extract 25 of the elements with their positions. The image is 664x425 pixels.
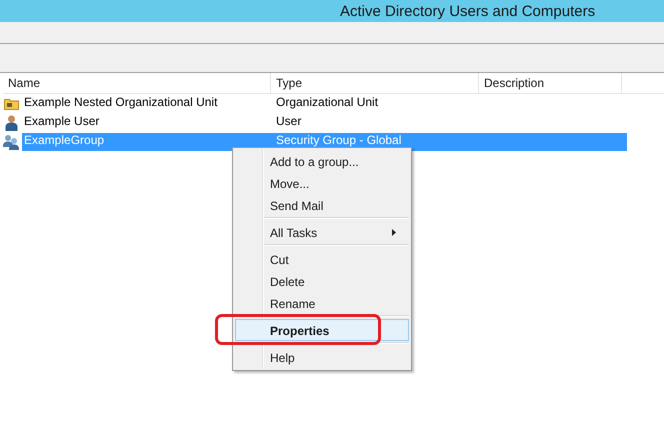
type-cell: Security Group - Global: [276, 132, 402, 146]
type-cell: Organizational Unit: [276, 94, 378, 108]
menu-item[interactable]: Delete: [235, 270, 409, 292]
menu-item[interactable]: All Tasks: [235, 221, 409, 243]
menu-item[interactable]: Rename: [235, 292, 409, 314]
list-row[interactable]: Example User User: [22, 114, 627, 132]
name-cell-text: ExampleGroup: [23, 132, 106, 146]
window-title: Active Directory Users and Computers: [340, 2, 596, 20]
menu-item[interactable]: Add to a group...: [235, 150, 409, 172]
folder-icon: [4, 97, 18, 110]
name-cell-text: Example Nested Organizational Unit: [23, 94, 218, 108]
users-icon: [3, 134, 19, 150]
column-header[interactable]: Description: [479, 73, 622, 93]
type-cell: User: [276, 114, 302, 128]
menu-item[interactable]: Help: [235, 346, 409, 368]
list-row[interactable]: Example Nested Organizational Unit Organizational Unit: [22, 94, 627, 112]
menu-item[interactable]: Properties: [235, 319, 409, 341]
menu-item[interactable]: Move...: [235, 172, 409, 194]
column-header[interactable]: Name: [3, 73, 271, 93]
submenu-arrow-icon: [392, 229, 396, 236]
menu-item[interactable]: Cut: [235, 248, 409, 270]
user-icon: [4, 114, 18, 130]
menu-item[interactable]: Send Mail: [235, 194, 409, 216]
column-header[interactable]: Type: [271, 73, 479, 93]
name-cell-text: Example User: [23, 114, 100, 128]
